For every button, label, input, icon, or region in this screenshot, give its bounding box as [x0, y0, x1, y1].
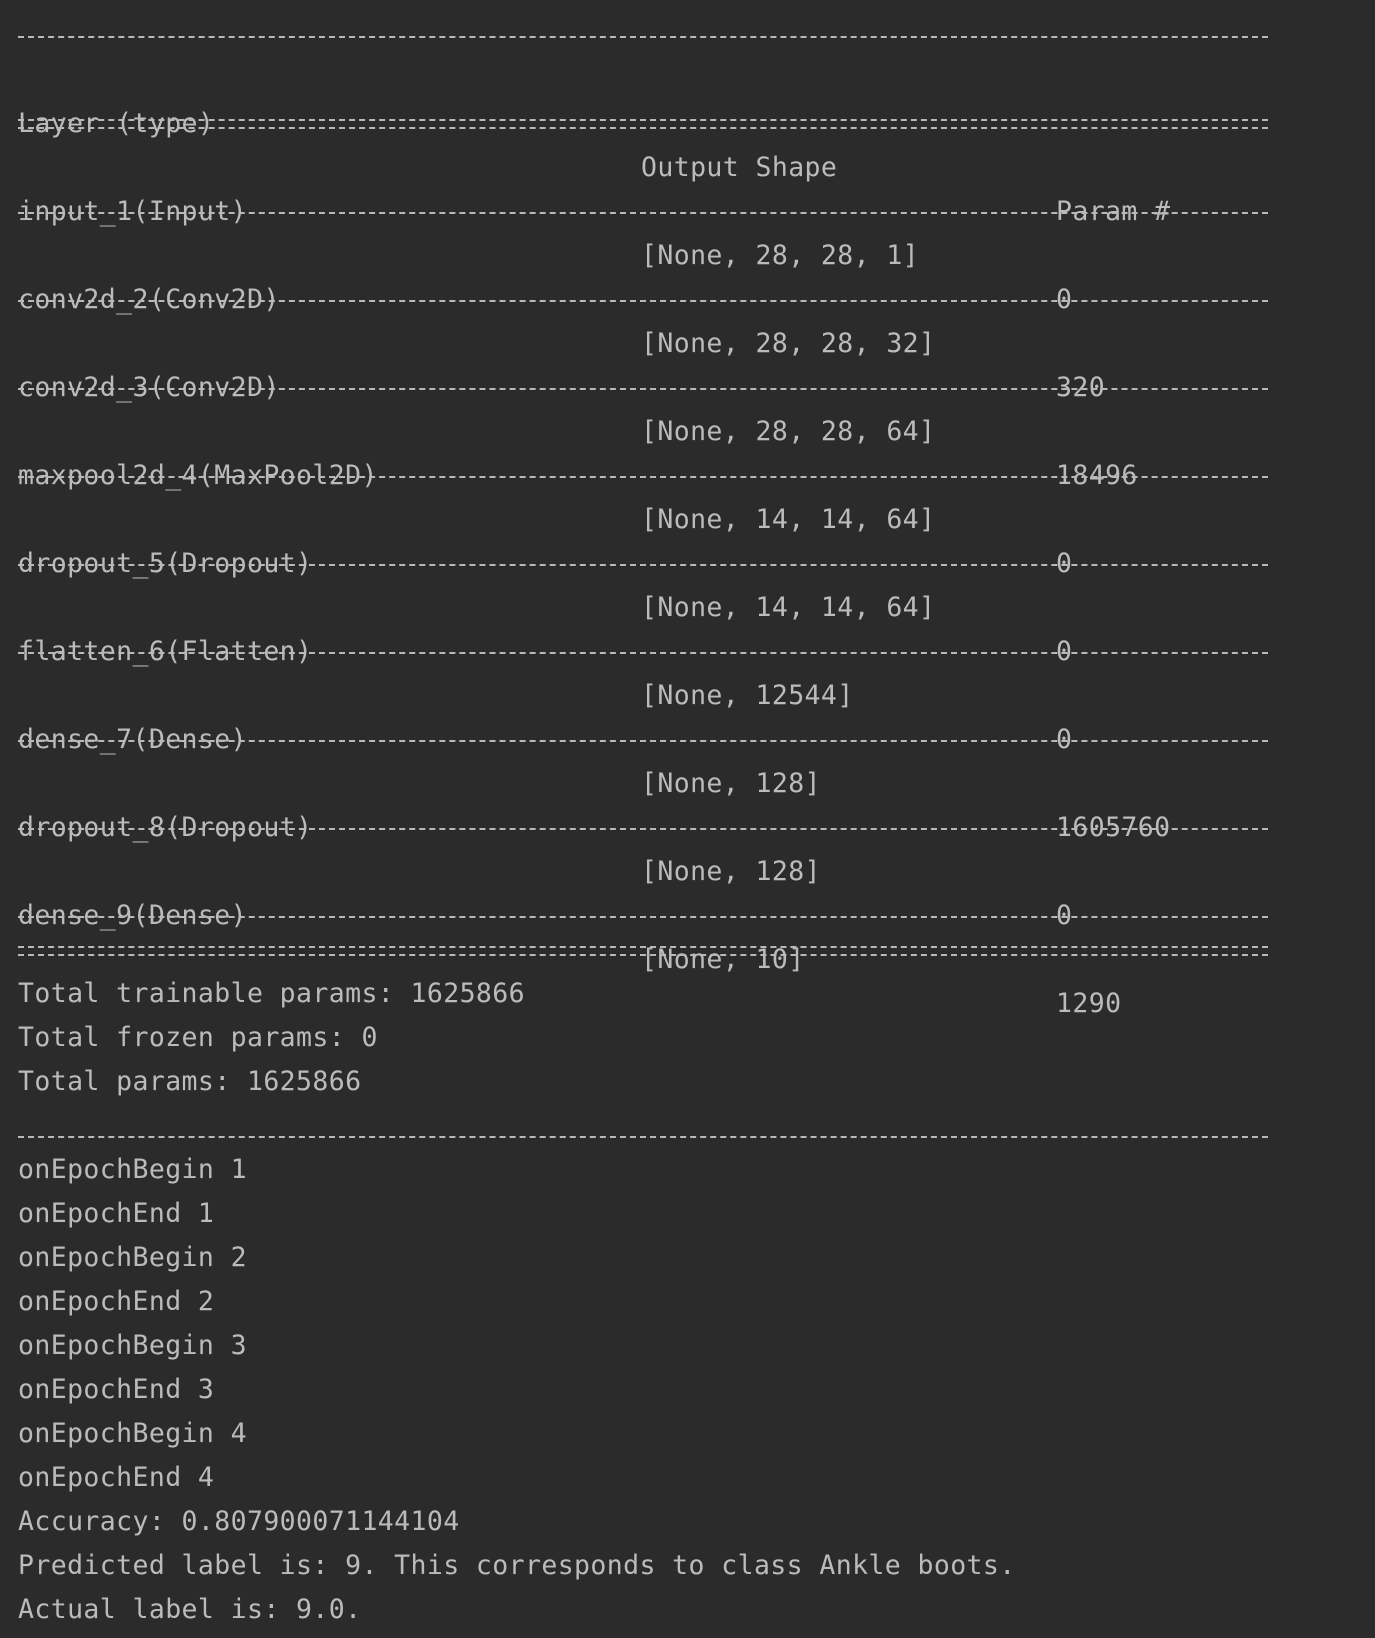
table-row: dropout_8(Dropout) [None, 128] 0	[18, 762, 1268, 931]
separator-dashed	[18, 542, 1268, 586]
separator-dashed	[18, 14, 1268, 58]
separator-dashed	[18, 806, 1268, 850]
log-line: onEpochEnd 1	[18, 1198, 215, 1229]
console-output[interactable]: Layer (type) Output Shape Param # input_…	[18, 14, 1268, 1632]
log-line: onEpochEnd 4	[18, 1462, 215, 1493]
log-line: onEpochBegin 1	[18, 1154, 247, 1185]
layer-params: 1290	[1056, 988, 1122, 1019]
actual-label-line: Actual label is: 9.0.	[18, 1594, 362, 1625]
separator-dashed	[18, 454, 1268, 498]
total-params: Total params: 1625866	[18, 1066, 362, 1097]
table-row: conv2d_2(Conv2D) [None, 28, 28, 32] 320	[18, 234, 1268, 403]
log-line: onEpochEnd 3	[18, 1374, 215, 1405]
table-row: dropout_5(Dropout) [None, 14, 14, 64] 0	[18, 498, 1268, 667]
separator-dashed	[18, 1104, 1268, 1148]
table-header: Layer (type) Output Shape Param #	[18, 58, 1268, 227]
log-line: onEpochBegin 2	[18, 1242, 247, 1273]
separator-dashed	[18, 278, 1268, 322]
separator-dashed	[18, 190, 1268, 234]
log-line: onEpochBegin 4	[18, 1418, 247, 1449]
table-row: flatten_6(Flatten) [None, 12544] 0	[18, 586, 1268, 755]
log-line: onEpochEnd 2	[18, 1286, 215, 1317]
log-line: onEpochBegin 3	[18, 1330, 247, 1361]
table-row: dense_7(Dense) [None, 128] 1605760	[18, 674, 1268, 843]
separator-double	[18, 938, 1268, 972]
separator-dashed	[18, 366, 1268, 410]
table-row: conv2d_3(Conv2D) [None, 28, 28, 64] 1849…	[18, 322, 1268, 491]
table-row: dense_9(Dense) [None, 10] 1290	[18, 850, 1268, 1019]
separator-dashed	[18, 894, 1268, 938]
separator-double	[18, 102, 1268, 146]
separator-dashed	[18, 718, 1268, 762]
predicted-label-line: Predicted label is: 9. This corresponds …	[18, 1550, 1016, 1581]
table-row: input_1(Input) [None, 28, 28, 1] 0	[18, 146, 1268, 315]
table-row: maxpool2d_4(MaxPool2D) [None, 14, 14, 64…	[18, 410, 1268, 579]
accuracy-line: Accuracy: 0.807900071144104	[18, 1506, 460, 1537]
separator-dashed	[18, 630, 1268, 674]
